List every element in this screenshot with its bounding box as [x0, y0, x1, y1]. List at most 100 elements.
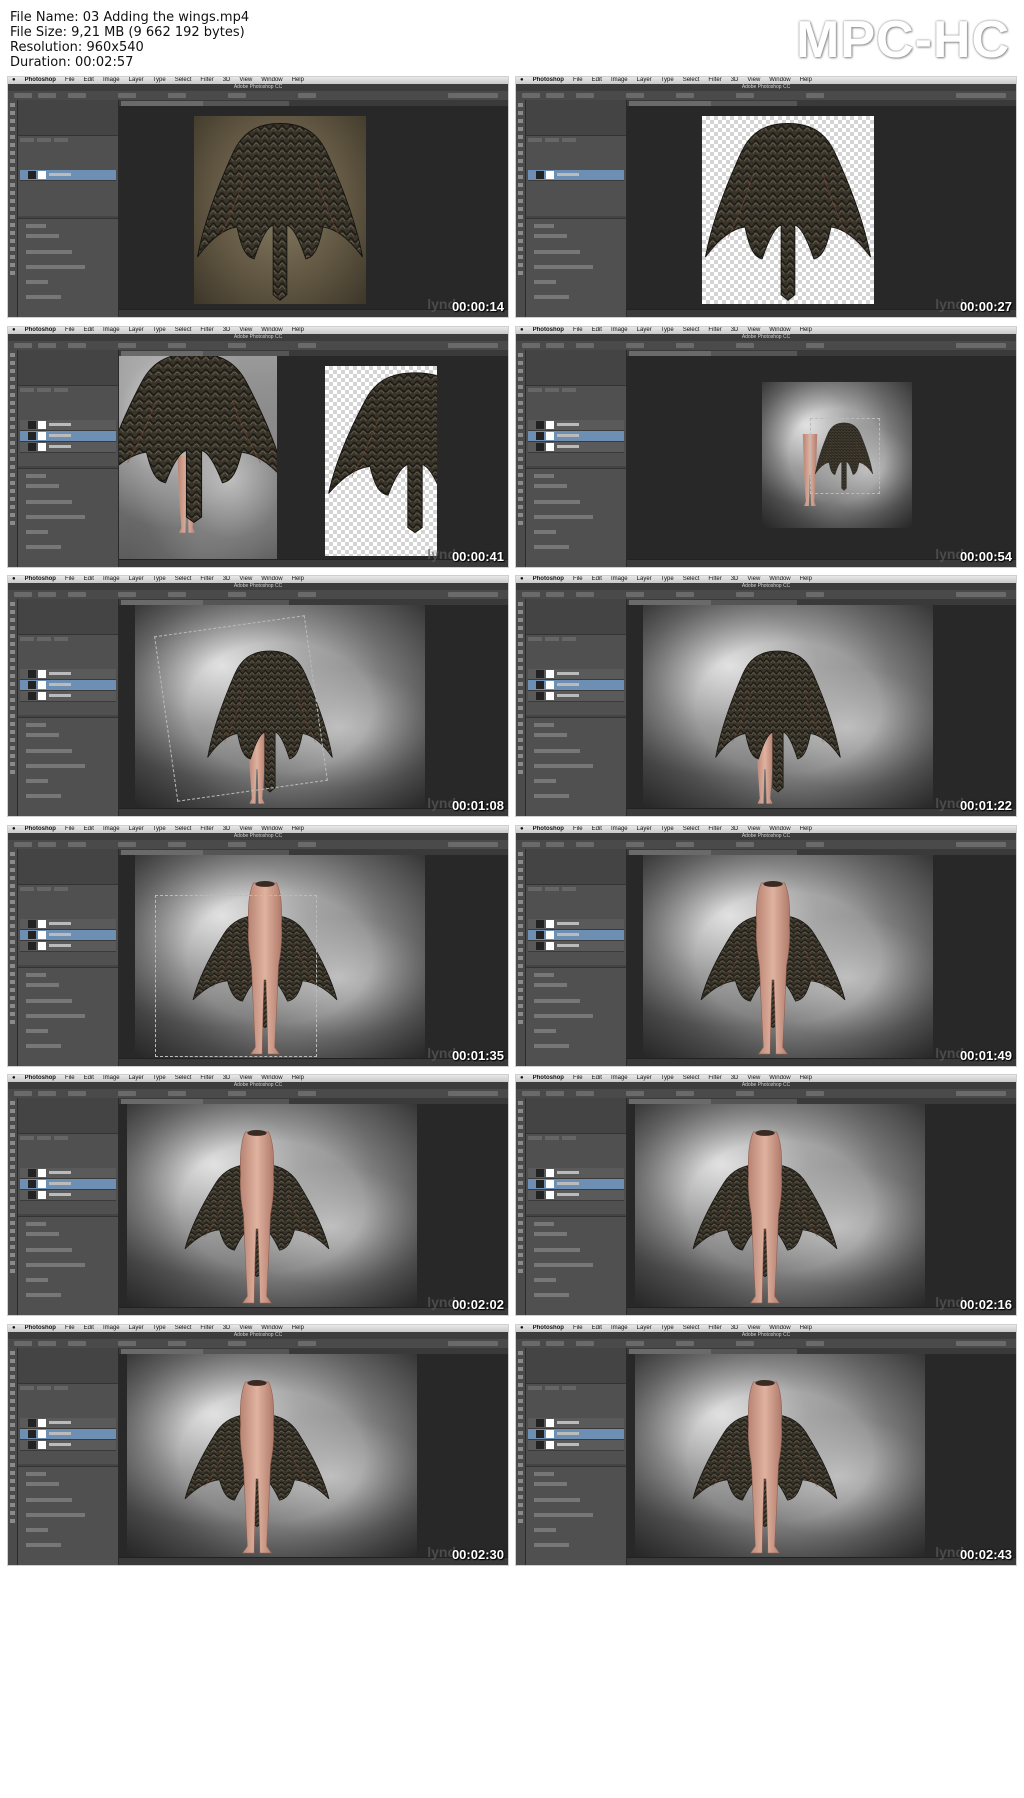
tool-icon[interactable]: [10, 456, 15, 461]
tool-icon[interactable]: [518, 698, 523, 702]
tool-icon[interactable]: [518, 770, 523, 774]
apple-icon[interactable]: ●: [520, 1075, 524, 1082]
tool-icon[interactable]: [518, 151, 523, 155]
option-control[interactable]: [576, 841, 594, 847]
tool-icon[interactable]: [518, 159, 523, 163]
option-control[interactable]: [576, 1340, 594, 1346]
tool-icon[interactable]: [10, 1181, 15, 1185]
option-control[interactable]: [736, 592, 754, 597]
layer-row[interactable]: [528, 419, 624, 431]
panel-tab[interactable]: [528, 138, 542, 142]
tool-icon[interactable]: [10, 1253, 15, 1257]
panel-tab[interactable]: [37, 886, 51, 891]
option-control[interactable]: [68, 841, 86, 847]
tool-icon[interactable]: [518, 1149, 523, 1153]
menu-item[interactable]: Type: [661, 826, 674, 833]
menu-item[interactable]: Image: [611, 826, 628, 833]
option-control[interactable]: [14, 592, 32, 597]
document-tab[interactable]: [629, 350, 715, 356]
menu-item[interactable]: Layer: [637, 1075, 652, 1082]
tool-icon[interactable]: [518, 995, 523, 1000]
tool-icon[interactable]: [10, 223, 15, 227]
option-control[interactable]: [118, 1340, 136, 1346]
tool-icon[interactable]: [10, 416, 15, 421]
tool-icon[interactable]: [10, 1390, 15, 1395]
panel-tab[interactable]: [545, 886, 559, 891]
menu-item[interactable]: File: [573, 77, 583, 84]
tool-icon[interactable]: [10, 1213, 15, 1217]
menu-item[interactable]: Photoshop: [533, 576, 564, 583]
tool-icon[interactable]: [518, 247, 523, 251]
tool-icon[interactable]: [10, 1019, 15, 1024]
menu-item[interactable]: Window: [769, 77, 790, 84]
menu-item[interactable]: Image: [103, 1075, 120, 1082]
panel-tab[interactable]: [20, 387, 34, 392]
menu-item[interactable]: File: [573, 1325, 583, 1332]
option-control[interactable]: [546, 342, 564, 348]
menu-item[interactable]: Edit: [592, 327, 602, 334]
menu-item[interactable]: 3D: [223, 1325, 231, 1332]
menu-item[interactable]: Type: [661, 1075, 674, 1082]
panel-tab[interactable]: [528, 1385, 542, 1390]
menu-item[interactable]: Photoshop: [533, 1325, 564, 1332]
panel-tab[interactable]: [37, 637, 51, 641]
menu-item[interactable]: Layer: [637, 77, 652, 84]
tool-icon[interactable]: [10, 610, 15, 614]
layer-row[interactable]: [528, 1417, 624, 1429]
option-control[interactable]: [228, 592, 246, 597]
option-control[interactable]: [298, 1340, 316, 1346]
menu-item[interactable]: Filter: [708, 327, 721, 334]
tool-icon[interactable]: [518, 1141, 523, 1145]
tool-icon[interactable]: [10, 658, 15, 662]
tool-icon[interactable]: [518, 618, 523, 622]
panel-tab[interactable]: [545, 387, 559, 392]
option-control[interactable]: [736, 1340, 754, 1346]
document-canvas-area[interactable]: [119, 848, 508, 1059]
panel-tab[interactable]: [528, 886, 542, 891]
tool-icon[interactable]: [10, 1470, 15, 1475]
layer-mask-thumbnail[interactable]: [38, 1418, 46, 1427]
menu-item[interactable]: View: [747, 1075, 760, 1082]
tool-icon[interactable]: [518, 955, 523, 960]
option-control[interactable]: [68, 1340, 86, 1346]
tool-icon[interactable]: [10, 400, 15, 405]
tool-icon[interactable]: [10, 602, 15, 606]
menu-item[interactable]: 3D: [223, 77, 231, 84]
layer-mask-thumbnail[interactable]: [38, 1440, 46, 1449]
menu-item[interactable]: File: [65, 77, 75, 84]
tool-icon[interactable]: [518, 1221, 523, 1225]
tool-icon[interactable]: [518, 512, 523, 517]
menu-item[interactable]: Edit: [84, 1075, 94, 1082]
menu-item[interactable]: 3D: [223, 327, 231, 334]
tool-icon[interactable]: [10, 1003, 15, 1008]
option-control[interactable]: [676, 1340, 694, 1346]
layer-mask-thumbnail[interactable]: [546, 670, 554, 678]
layer-row[interactable]: [20, 940, 116, 952]
apple-icon[interactable]: ●: [520, 826, 524, 833]
layer-mask-thumbnail[interactable]: [38, 1180, 46, 1188]
tool-icon[interactable]: [518, 360, 523, 365]
option-control[interactable]: [736, 93, 754, 98]
apple-icon[interactable]: ●: [12, 576, 16, 583]
tool-icon[interactable]: [518, 488, 523, 493]
tool-icon[interactable]: [10, 1454, 15, 1459]
option-control[interactable]: [736, 841, 754, 847]
tool-icon[interactable]: [10, 151, 15, 155]
tool-icon[interactable]: [518, 1454, 523, 1459]
tool-icon[interactable]: [10, 472, 15, 477]
tool-icon[interactable]: [10, 183, 15, 187]
tool-icon[interactable]: [10, 384, 15, 389]
tool-icon[interactable]: [10, 504, 15, 509]
tool-icon[interactable]: [10, 247, 15, 251]
menu-item[interactable]: Type: [661, 327, 674, 334]
menu-item[interactable]: Select: [683, 327, 700, 334]
menu-item[interactable]: Filter: [200, 576, 213, 583]
tool-icon[interactable]: [10, 1446, 15, 1451]
tool-icon[interactable]: [518, 634, 523, 638]
tool-icon[interactable]: [518, 1125, 523, 1129]
tool-icon[interactable]: [518, 899, 523, 904]
menu-item[interactable]: View: [747, 327, 760, 334]
tool-icon[interactable]: [518, 135, 523, 139]
layer-row[interactable]: [528, 680, 624, 691]
tool-icon[interactable]: [10, 1221, 15, 1225]
